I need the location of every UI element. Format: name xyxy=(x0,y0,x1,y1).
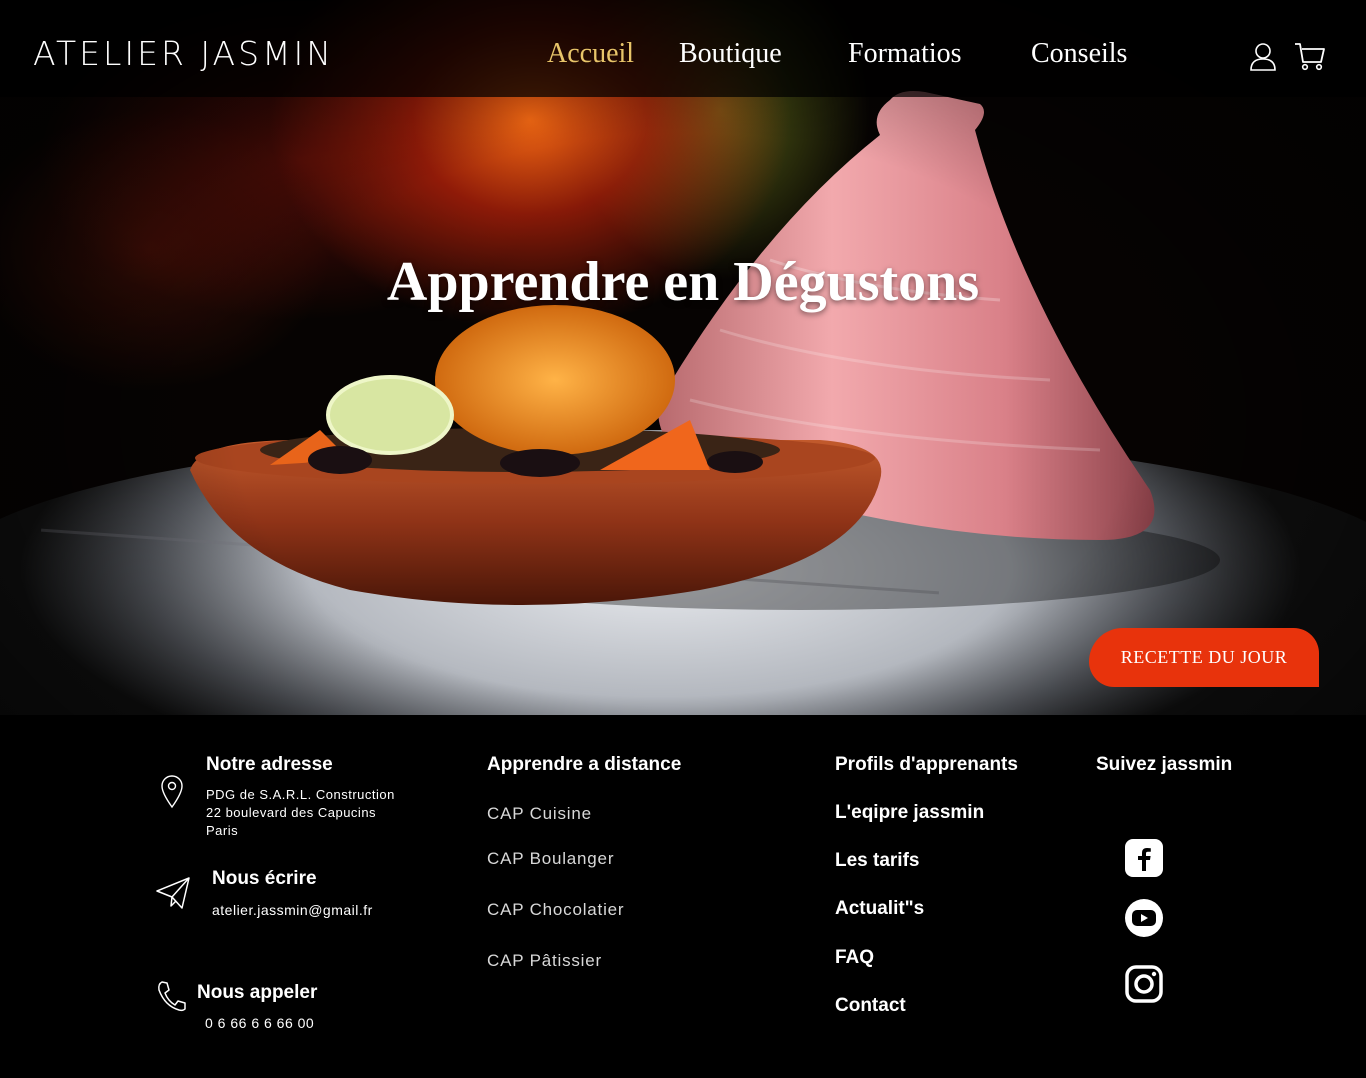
phone-number[interactable]: 0 6 66 6 6 66 00 xyxy=(205,1014,314,1032)
link-profils-apprenants[interactable]: Profils d'apprenants xyxy=(835,754,1018,776)
link-cap-chocolatier[interactable]: CAP Chocolatier xyxy=(487,900,624,920)
recipe-of-the-day-button[interactable]: RECETTE DU JOUR xyxy=(1089,628,1319,687)
email-link[interactable]: atelier.jassmin@gmail.fr xyxy=(212,901,373,919)
phone-icon xyxy=(158,981,186,1012)
link-actualites[interactable]: Actualit"s xyxy=(835,898,924,920)
link-contact[interactable]: Contact xyxy=(835,995,906,1017)
address-line-1: PDG de S.A.R.L. Construction xyxy=(206,787,395,802)
call-heading: Nous appeler xyxy=(197,982,318,1003)
hero-banner: Apprendre en Dégustons RECETTE DU JOUR xyxy=(0,0,1366,715)
write-heading: Nous écrire xyxy=(212,868,317,889)
link-tarifs[interactable]: Les tarifs xyxy=(835,850,919,872)
top-header: ATELIER JASMIN Accueil Boutique Formatio… xyxy=(0,0,1366,97)
address-line-2: 22 boulevard des Capucins xyxy=(206,805,377,820)
hero-title: Apprendre en Dégustons xyxy=(386,251,980,313)
nav-item-conseils[interactable]: Conseils xyxy=(1031,38,1127,70)
link-equipe[interactable]: L'eqipre jassmin xyxy=(835,802,984,824)
address-heading: Notre adresse xyxy=(206,754,333,775)
tagine-illustration xyxy=(190,91,1220,610)
link-cap-cuisine[interactable]: CAP Cuisine xyxy=(487,804,592,824)
site-logo[interactable]: ATELIER JASMIN xyxy=(33,34,334,73)
user-icon[interactable] xyxy=(1247,40,1279,72)
site-footer: Notre adresse PDG de S.A.R.L. Constructi… xyxy=(0,715,1366,1078)
link-cap-patissier[interactable]: CAP Pâtissier xyxy=(487,951,602,971)
nav-item-formations[interactable]: Formatios xyxy=(848,38,962,70)
instagram-icon[interactable] xyxy=(1125,965,1163,1003)
paper-plane-icon xyxy=(156,877,190,909)
nav-item-accueil[interactable]: Accueil xyxy=(547,38,634,70)
distance-heading: Apprendre a distance xyxy=(487,754,682,775)
cart-icon[interactable] xyxy=(1294,40,1326,72)
link-faq[interactable]: FAQ xyxy=(835,947,874,969)
address-line-3: Paris xyxy=(206,823,239,838)
location-pin-icon xyxy=(161,775,183,809)
link-cap-boulanger[interactable]: CAP Boulanger xyxy=(487,849,614,869)
facebook-icon[interactable] xyxy=(1125,839,1163,877)
nav-item-boutique[interactable]: Boutique xyxy=(679,38,782,70)
social-heading: Suivez jassmin xyxy=(1096,754,1233,775)
youtube-icon[interactable] xyxy=(1125,899,1163,937)
